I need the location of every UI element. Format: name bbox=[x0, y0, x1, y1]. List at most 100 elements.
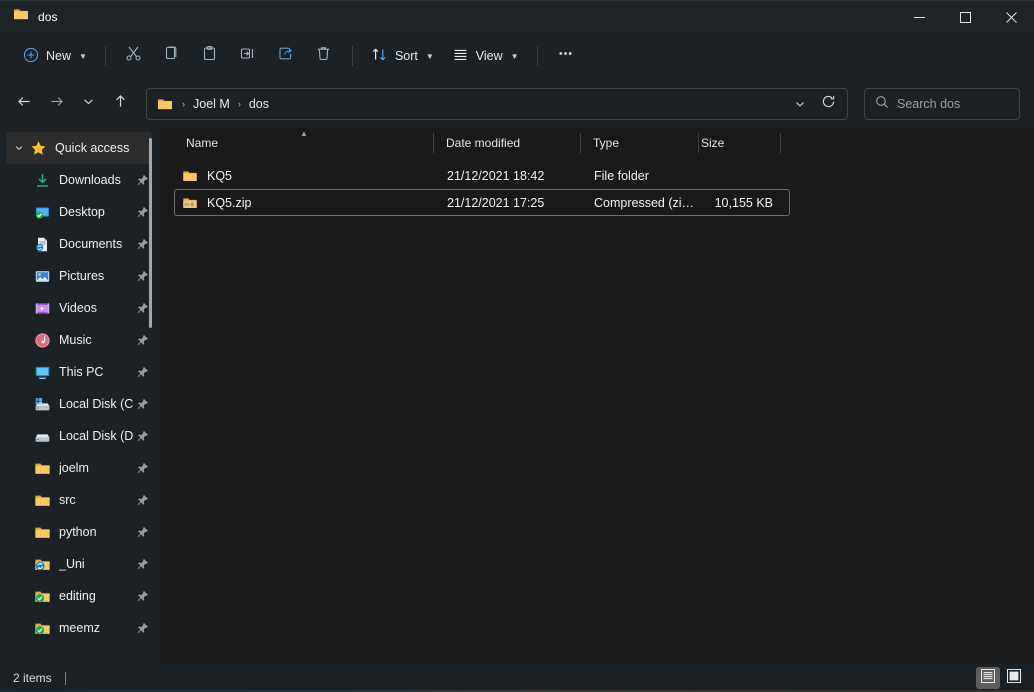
sidebar-item-editing[interactable]: editing bbox=[6, 580, 152, 612]
sidebar-item-label: Music bbox=[59, 333, 92, 347]
paste-button[interactable] bbox=[191, 40, 229, 72]
table-row[interactable]: KQ5 21/12/2021 18:42 File folder bbox=[174, 162, 790, 189]
pin-icon[interactable] bbox=[134, 590, 150, 603]
window-controls bbox=[896, 1, 1034, 33]
column-header-label: Size bbox=[701, 136, 725, 150]
file-name-cell: KQ5.zip bbox=[175, 195, 435, 211]
sidebar-item-videos[interactable]: Videos bbox=[6, 292, 152, 324]
sidebar-scrollbar[interactable] bbox=[149, 138, 152, 658]
folder-check-icon bbox=[32, 618, 52, 638]
breadcrumb-bar[interactable]: › Joel M › dos bbox=[146, 88, 848, 120]
table-row[interactable]: KQ5.zip 21/12/2021 17:25 Compressed (zip… bbox=[174, 189, 790, 216]
pin-icon[interactable] bbox=[134, 558, 150, 571]
sidebar-item-label: Documents bbox=[59, 237, 123, 251]
sidebar-item-label: python bbox=[59, 525, 97, 539]
sidebar-item-this-pc[interactable]: This PC bbox=[6, 356, 152, 388]
pin-icon[interactable] bbox=[134, 174, 150, 187]
sidebar-item-meemz[interactable]: meemz bbox=[6, 612, 152, 644]
back-button[interactable] bbox=[8, 88, 40, 120]
clipboard-icon bbox=[201, 45, 218, 67]
sidebar-item-local-disk-c[interactable]: Local Disk (C bbox=[6, 388, 152, 420]
new-button[interactable]: New ▼ bbox=[14, 40, 96, 72]
pin-icon[interactable] bbox=[134, 494, 150, 507]
breadcrumb-dropdown-button[interactable] bbox=[787, 91, 813, 117]
sidebar-item-music[interactable]: Music bbox=[6, 324, 152, 356]
file-rows: KQ5 21/12/2021 18:42 File folder KQ5.zip… bbox=[174, 158, 1034, 664]
up-button[interactable] bbox=[104, 88, 136, 120]
minimize-button[interactable] bbox=[896, 1, 942, 33]
pin-icon[interactable] bbox=[134, 526, 150, 539]
videos-icon bbox=[32, 298, 52, 318]
folder-check-icon bbox=[32, 586, 52, 606]
search-input[interactable]: Search dos bbox=[864, 88, 1020, 120]
thispc-icon bbox=[32, 362, 52, 382]
sidebar-item-downloads[interactable]: Downloads bbox=[6, 164, 152, 196]
pin-icon[interactable] bbox=[134, 366, 150, 379]
back-arrow-icon bbox=[16, 93, 33, 115]
sidebar-item-uni[interactable]: _Uni bbox=[6, 548, 152, 580]
recent-locations-button[interactable] bbox=[72, 88, 104, 120]
refresh-button[interactable] bbox=[813, 89, 843, 119]
pin-icon[interactable] bbox=[134, 334, 150, 347]
sidebar-item-label: _Uni bbox=[59, 557, 85, 571]
sidebar-item-label: editing bbox=[59, 589, 96, 603]
column-header-type[interactable]: Type bbox=[581, 128, 699, 158]
large-icons-view-button[interactable] bbox=[1002, 667, 1026, 689]
breadcrumb-item-0[interactable]: Joel M bbox=[187, 94, 236, 114]
title-bar-left: dos bbox=[0, 6, 58, 27]
delete-button[interactable] bbox=[305, 40, 343, 72]
rename-button[interactable] bbox=[229, 40, 267, 72]
forward-button[interactable] bbox=[40, 88, 72, 120]
sidebar-item-label: This PC bbox=[59, 365, 104, 379]
sidebar-item-desktop[interactable]: Desktop bbox=[6, 196, 152, 228]
sidebar-item-quick-access[interactable]: Quick access bbox=[6, 132, 152, 164]
column-header-name[interactable]: ▲ Name bbox=[174, 128, 434, 158]
circle-plus-icon bbox=[23, 47, 39, 66]
sidebar-item-label: Local Disk (D bbox=[59, 429, 134, 443]
sidebar-item-pictures[interactable]: Pictures bbox=[6, 260, 152, 292]
sidebar-item-label: Desktop bbox=[59, 205, 105, 219]
sidebar-item-label: Downloads bbox=[59, 173, 121, 187]
navigation-sidebar: Quick access Downloads Desktop Documents… bbox=[0, 128, 160, 664]
item-count-label: 2 items bbox=[13, 671, 52, 685]
folder-icon bbox=[32, 522, 52, 542]
pin-icon[interactable] bbox=[134, 206, 150, 219]
column-header-date-modified[interactable]: Date modified bbox=[434, 128, 581, 158]
sidebar-item-src[interactable]: src bbox=[6, 484, 152, 516]
maximize-button[interactable] bbox=[942, 1, 988, 33]
more-options-button[interactable] bbox=[547, 40, 585, 72]
view-button-label: View bbox=[475, 49, 503, 63]
cut-button[interactable] bbox=[115, 40, 153, 72]
pin-icon[interactable] bbox=[134, 462, 150, 475]
search-placeholder: Search dos bbox=[897, 97, 961, 111]
breadcrumb-separator-1: › bbox=[237, 99, 241, 109]
sidebar-item-local-disk-d[interactable]: Local Disk (D bbox=[6, 420, 152, 452]
breadcrumb-item-1[interactable]: dos bbox=[243, 94, 275, 114]
chevron-down-icon: ▼ bbox=[79, 51, 87, 61]
sidebar-item-joelm[interactable]: joelm bbox=[6, 452, 152, 484]
details-view-button[interactable] bbox=[976, 667, 1000, 689]
sidebar-item-documents[interactable]: Documents bbox=[6, 228, 152, 260]
file-date-cell: 21/12/2021 18:42 bbox=[447, 168, 545, 183]
sidebar-item-python[interactable]: python bbox=[6, 516, 152, 548]
sort-button[interactable]: Sort ▼ bbox=[362, 40, 443, 72]
sidebar-item-label: Quick access bbox=[55, 141, 130, 155]
sort-arrows-icon bbox=[371, 46, 388, 66]
pin-icon[interactable] bbox=[134, 238, 150, 251]
share-button[interactable] bbox=[267, 40, 305, 72]
pin-icon[interactable] bbox=[134, 398, 150, 411]
view-button[interactable]: View ▼ bbox=[443, 40, 528, 72]
folder-icon bbox=[32, 490, 52, 510]
folder-icon bbox=[157, 96, 173, 112]
pin-icon[interactable] bbox=[134, 270, 150, 283]
pin-icon[interactable] bbox=[134, 622, 150, 635]
trash-icon bbox=[315, 45, 332, 67]
pin-icon[interactable] bbox=[134, 430, 150, 443]
sidebar-scrollbar-thumb[interactable] bbox=[149, 138, 152, 328]
pictures-icon bbox=[32, 266, 52, 286]
close-button[interactable] bbox=[988, 1, 1034, 33]
pin-icon[interactable] bbox=[134, 302, 150, 315]
chevron-down-icon[interactable] bbox=[10, 143, 28, 153]
copy-button[interactable] bbox=[153, 40, 191, 72]
column-header-size[interactable]: Size bbox=[699, 128, 781, 158]
